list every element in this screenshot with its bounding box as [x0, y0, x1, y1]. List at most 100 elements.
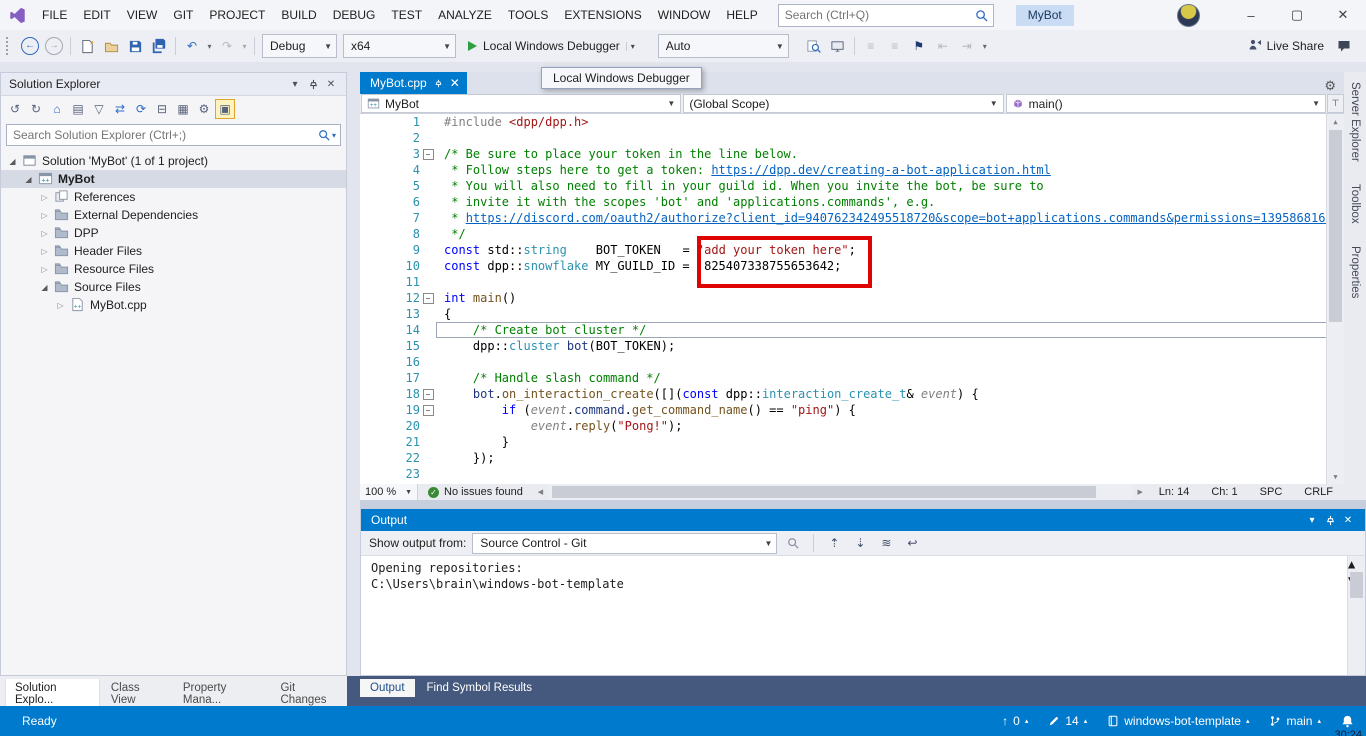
code-line-23[interactable]: 23: [360, 466, 1344, 482]
fold-collapse-icon[interactable]: −: [423, 293, 434, 304]
code-line-15[interactable]: 15 dpp::cluster bot(BOT_TOKEN);: [360, 338, 1344, 354]
scroll-up-icon[interactable]: ▲: [1327, 114, 1344, 129]
sync-with-active-document-icon[interactable]: ⇄: [110, 99, 130, 119]
solution-search-input[interactable]: [7, 128, 318, 142]
next-bookmark-icon[interactable]: ⇥: [955, 34, 979, 58]
gear-icon[interactable]: ⚙: [1316, 78, 1344, 94]
pending-changes-filter-icon[interactable]: ▽: [89, 99, 109, 119]
close-icon[interactable]: ✕: [322, 75, 340, 93]
user-avatar[interactable]: [1177, 4, 1200, 27]
navigate-backward-icon[interactable]: ←: [18, 34, 42, 58]
expand-arrow-icon[interactable]: ▷: [39, 265, 50, 274]
undo-dropdown-icon[interactable]: ▾: [204, 34, 215, 58]
tree-item-resource-files[interactable]: ▷Resource Files: [1, 260, 346, 278]
code-line-12[interactable]: 12−int main(): [360, 290, 1344, 306]
minimize-button[interactable]: –: [1228, 0, 1274, 30]
split-window-button[interactable]: ⊤: [1327, 94, 1344, 113]
close-icon[interactable]: ✕: [1339, 511, 1357, 529]
scrollbar-thumb[interactable]: [1329, 130, 1342, 322]
tree-item-solution-mybot-1-of-1-project[interactable]: ◢Solution 'MyBot' (1 of 1 project): [1, 152, 346, 170]
panel-tab-git-changes[interactable]: Git Changes: [271, 679, 347, 709]
scroll-down-icon[interactable]: ▼: [1327, 469, 1344, 484]
next-message-icon[interactable]: ⇣: [850, 534, 870, 552]
menu-item-window[interactable]: WINDOW: [650, 0, 719, 30]
pin-icon[interactable]: [304, 75, 322, 93]
quick-search[interactable]: [778, 4, 994, 27]
code-line-14[interactable]: 14 /* Create bot cluster */: [360, 322, 1344, 338]
back-icon[interactable]: ↺: [5, 99, 25, 119]
side-tab-toolbox[interactable]: Toolbox: [1349, 176, 1361, 232]
expand-arrow-icon[interactable]: ▷: [39, 211, 50, 220]
horizontal-scroll-track[interactable]: [548, 484, 1133, 500]
navigate-forward-icon[interactable]: →: [42, 34, 66, 58]
git-branch[interactable]: main ▴: [1269, 714, 1321, 728]
save-all-icon[interactable]: [147, 34, 171, 58]
scrollbar-thumb[interactable]: [1350, 572, 1363, 598]
platform-select[interactable]: x64▼: [343, 34, 456, 58]
home-icon[interactable]: ⌂: [47, 99, 67, 119]
git-repository[interactable]: windows-bot-template ▴: [1107, 714, 1249, 728]
configuration-select[interactable]: Debug▼: [262, 34, 337, 58]
code-line-20[interactable]: 20 event.reply("Pong!");: [360, 418, 1344, 434]
code-line-19[interactable]: 19− if (event.command.get_command_name()…: [360, 402, 1344, 418]
code-link[interactable]: https://dpp.dev/creating-a-bot-applicati…: [711, 163, 1051, 177]
find-message-icon[interactable]: [783, 534, 803, 552]
fold-collapse-icon[interactable]: −: [423, 389, 434, 400]
panel-tab-class-view[interactable]: Class View: [102, 679, 171, 709]
new-file-icon[interactable]: [75, 34, 99, 58]
forward-icon[interactable]: ↻: [26, 99, 46, 119]
tree-item-mybot-cpp[interactable]: ▷++MyBot.cpp: [1, 296, 346, 314]
code-line-21[interactable]: 21 }: [360, 434, 1344, 450]
menu-item-extensions[interactable]: EXTENSIONS: [556, 0, 649, 30]
maximize-button[interactable]: ▢: [1274, 0, 1320, 30]
pin-icon[interactable]: [1321, 511, 1339, 529]
collapse-arrow-icon[interactable]: ◢: [39, 283, 50, 292]
code-line-10[interactable]: 10const dpp::snowflake MY_GUILD_ID = 825…: [360, 258, 1344, 274]
open-file-icon[interactable]: [99, 34, 123, 58]
vertical-scrollbar[interactable]: ▲ ▼: [1347, 556, 1365, 675]
code-link[interactable]: https://discord.com/oauth2/authorize?cli…: [466, 211, 1340, 225]
side-tab-server-explorer[interactable]: Server Explorer: [1349, 74, 1361, 170]
refresh-icon[interactable]: ⟳: [131, 99, 151, 119]
output-log[interactable]: Opening repositories:C:\Users\brain\wind…: [361, 556, 1365, 675]
solution-name-chip[interactable]: MyBot: [1016, 5, 1074, 26]
expand-arrow-icon[interactable]: ▷: [39, 193, 50, 202]
code-line-1[interactable]: 1#include <dpp/dpp.h>: [360, 114, 1344, 130]
tree-item-header-files[interactable]: ▷Header Files: [1, 242, 346, 260]
redo-icon[interactable]: ↷: [215, 34, 239, 58]
menu-item-view[interactable]: VIEW: [119, 0, 166, 30]
code-line-7[interactable]: 7 * https://discord.com/oauth2/authorize…: [360, 210, 1344, 226]
fold-collapse-icon[interactable]: −: [423, 405, 434, 416]
search-input[interactable]: [779, 8, 975, 22]
live-share-button[interactable]: Live Share: [1240, 38, 1332, 55]
code-line-4[interactable]: 4 * Follow steps here to get a token: ht…: [360, 162, 1344, 178]
code-line-5[interactable]: 5 * You will also need to fill in your g…: [360, 178, 1344, 194]
menu-item-file[interactable]: FILE: [34, 0, 75, 30]
expand-arrow-icon[interactable]: ▷: [39, 247, 50, 256]
collapse-arrow-icon[interactable]: ◢: [7, 157, 18, 166]
scroll-left-icon[interactable]: ◀: [533, 488, 548, 496]
previous-message-icon[interactable]: ⇡: [824, 534, 844, 552]
search-icon[interactable]: ▾: [318, 129, 340, 141]
panel-tab-output[interactable]: Output: [360, 679, 415, 697]
menu-item-project[interactable]: PROJECT: [201, 0, 273, 30]
attach-to-process-icon[interactable]: [826, 34, 850, 58]
git-outgoing-commits[interactable]: ↑ 0 ▴: [1002, 714, 1028, 728]
toolbar-gripper[interactable]: [6, 37, 13, 55]
menu-item-build[interactable]: BUILD: [273, 0, 324, 30]
properties-icon[interactable]: ⚙: [194, 99, 214, 119]
git-pending-changes[interactable]: 14 ▴: [1048, 714, 1087, 728]
previous-bookmark-icon[interactable]: ⇤: [931, 34, 955, 58]
expand-arrow-icon[interactable]: ▷: [39, 229, 50, 238]
horizontal-scrollbar[interactable]: ◀ ▶: [533, 484, 1148, 500]
redo-dropdown-icon[interactable]: ▾: [239, 34, 250, 58]
panel-tab-find-symbol-results[interactable]: Find Symbol Results: [417, 679, 542, 697]
find-in-files-icon[interactable]: [802, 34, 826, 58]
show-all-files-icon[interactable]: ▦: [173, 99, 193, 119]
decrease-indent-icon[interactable]: ≡: [859, 34, 883, 58]
feedback-icon[interactable]: [1332, 34, 1356, 58]
close-icon[interactable]: ✕: [450, 76, 460, 90]
member-dropdown[interactable]: main() ▼: [1006, 94, 1326, 113]
scope-dropdown[interactable]: (Global Scope) ▼: [683, 94, 1003, 113]
word-wrap-icon[interactable]: ↩: [902, 534, 922, 552]
